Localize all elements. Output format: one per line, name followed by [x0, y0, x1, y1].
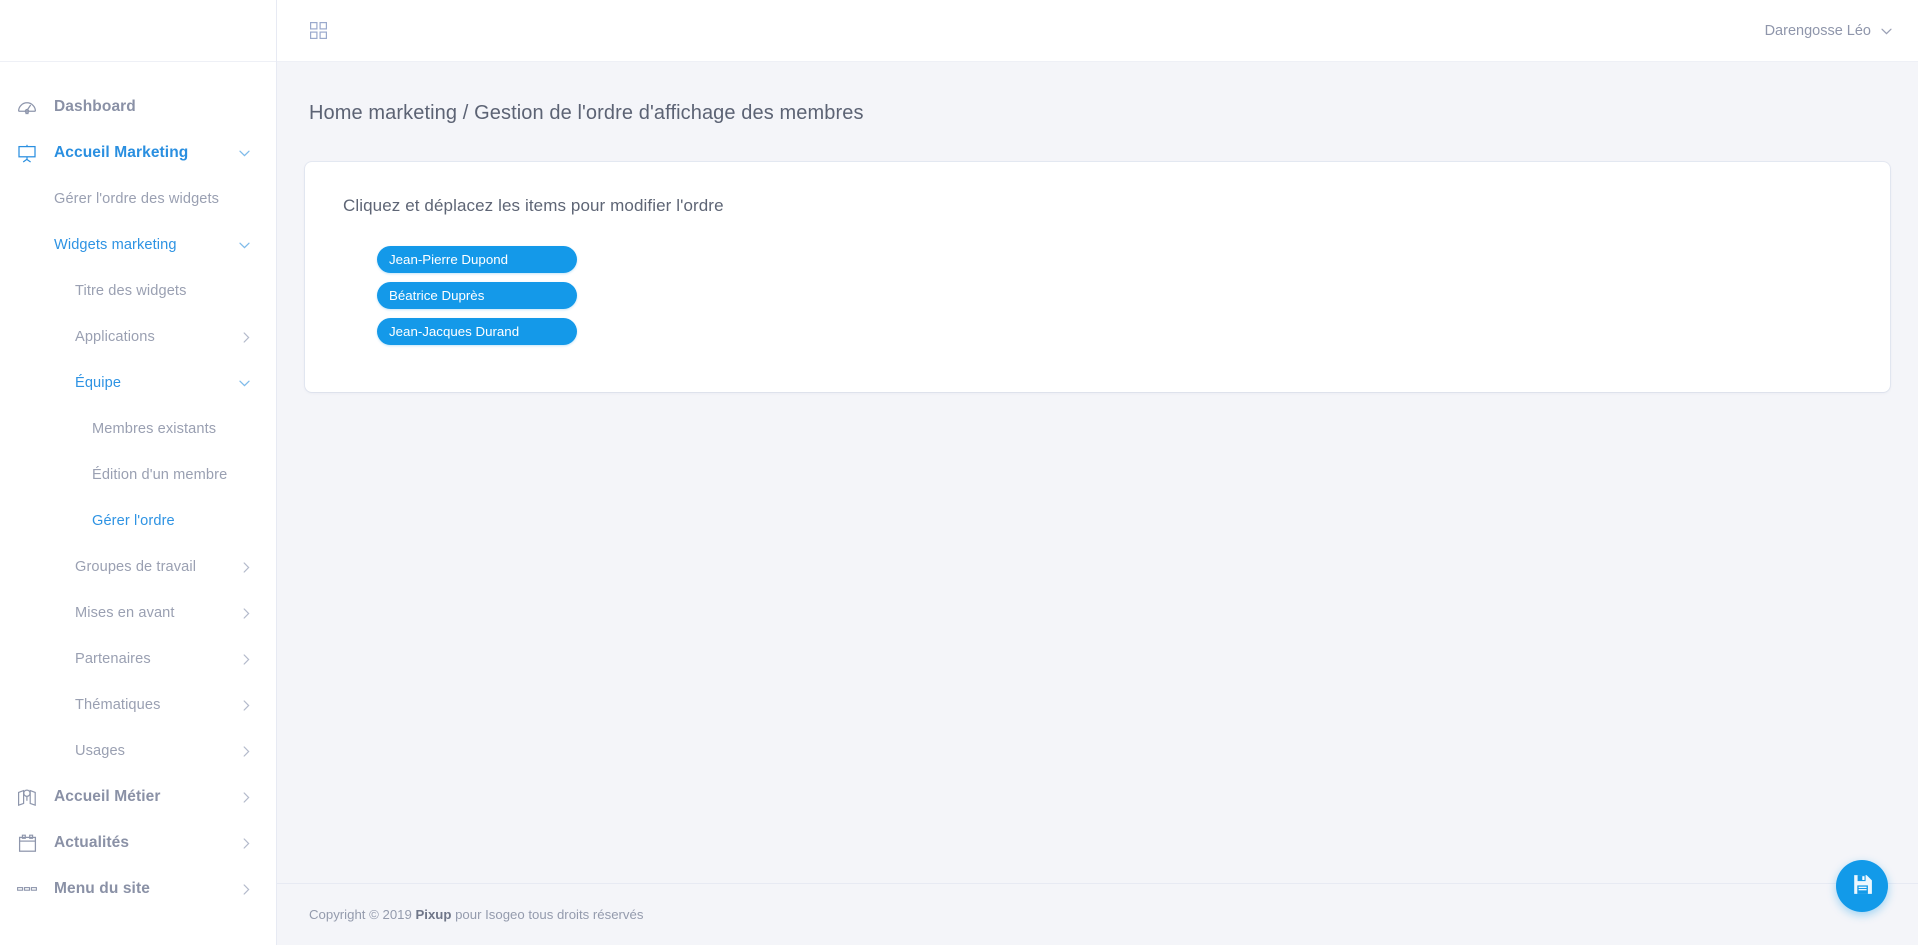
- sidebar-item-groupes-de-travail[interactable]: Groupes de travail: [0, 544, 276, 590]
- sidebar-item-label: Équipe: [75, 375, 122, 391]
- sidebar-item-accueil-m-tier[interactable]: Accueil Métier: [0, 774, 276, 820]
- sidebar-item-label: Accueil Métier: [54, 788, 161, 805]
- sidebar-item-label: Usages: [75, 743, 126, 759]
- sidebar-item-label: Menu du site: [54, 880, 150, 897]
- presentation-icon: [0, 144, 54, 163]
- sortable-member-list[interactable]: Jean-Pierre Dupond Béatrice Duprès Jean-Ja…: [331, 246, 1864, 345]
- save-floppy-icon: [1852, 874, 1873, 898]
- sidebar-item-label: Thématiques: [75, 697, 161, 713]
- sidebar-item-titre-des-widgets[interactable]: Titre des widgets: [0, 268, 276, 314]
- sidebar-item-label: Applications: [75, 329, 155, 345]
- sidebar-item-usages[interactable]: Usages: [0, 728, 276, 774]
- sidebar-item-applications[interactable]: Applications: [0, 314, 276, 360]
- sidebar-item-label: Titre des widgets: [75, 283, 187, 299]
- map-pin-icon: [0, 788, 54, 807]
- chevron-down-icon: [1881, 22, 1892, 40]
- sidebar-item-label: Actualités: [54, 834, 130, 851]
- chevron-right-icon: [243, 653, 250, 665]
- chevron-right-icon: [243, 791, 250, 803]
- sidebar-nav: Dashboard Accueil Marketing Gérer l'ordre…: [0, 62, 276, 912]
- chevron-right-icon: [243, 883, 250, 895]
- sidebar-item-dition-d-un-membre[interactable]: Édition d'un membre: [0, 452, 276, 498]
- chevron-down-icon: [239, 150, 250, 157]
- chevron-right-icon: [243, 837, 250, 849]
- main-area: Darengosse Léo Home marketing / Gestion …: [277, 0, 1918, 945]
- grid-apps-icon[interactable]: [305, 18, 331, 44]
- sidebar-item-accueil-marketing[interactable]: Accueil Marketing: [0, 130, 276, 176]
- card-instruction-text: Cliquez et déplacez les items pour modif…: [343, 196, 724, 215]
- copyright-prefix: Copyright © 2019: [309, 907, 416, 922]
- chevron-right-icon: [243, 699, 250, 711]
- sidebar-item-quipe[interactable]: Équipe: [0, 360, 276, 406]
- copyright-suffix: pour Isogeo tous droits réservés: [451, 907, 644, 922]
- sidebar-item-label: Groupes de travail: [75, 559, 197, 575]
- sidebar-item-label: Gérer l'ordre des widgets: [54, 191, 220, 207]
- sortable-item[interactable]: Béatrice Duprès: [377, 282, 577, 309]
- user-name-label: Darengosse Léo: [1764, 22, 1871, 39]
- sidebar-item-label: Accueil Marketing: [54, 144, 189, 161]
- chevron-right-icon: [243, 561, 250, 573]
- breadcrumb: Home marketing / Gestion de l'ordre d'af…: [309, 102, 864, 124]
- sidebar-item-actualit-s[interactable]: Actualités: [0, 820, 276, 866]
- sidebar-item-membres-existants[interactable]: Membres existants: [0, 406, 276, 452]
- sidebar-item-label: Gérer l'ordre: [92, 513, 175, 529]
- chevron-right-icon: [243, 607, 250, 619]
- order-card: Cliquez et déplacez les items pour modif…: [305, 162, 1890, 392]
- sidebar-item-label: Partenaires: [75, 651, 151, 667]
- content-region: Home marketing / Gestion de l'ordre d'af…: [277, 62, 1918, 883]
- sidebar-item-label: Widgets marketing: [54, 237, 177, 253]
- sidebar-logo-area: [0, 0, 276, 62]
- save-button[interactable]: [1836, 860, 1888, 912]
- sidebar-item-th-matiques[interactable]: Thématiques: [0, 682, 276, 728]
- sidebar-item-dashboard[interactable]: Dashboard: [0, 84, 276, 130]
- sidebar-item-widgets-marketing[interactable]: Widgets marketing: [0, 222, 276, 268]
- gauge-icon: [0, 99, 54, 115]
- sidebar-item-g-rer-l-ordre-des-widgets[interactable]: Gérer l'ordre des widgets: [0, 176, 276, 222]
- copyright-text: Copyright © 2019 Pixup pour Isogeo tous …: [305, 907, 643, 922]
- sidebar-item-label: Édition d'un membre: [92, 467, 228, 483]
- user-menu[interactable]: Darengosse Léo: [1765, 22, 1892, 40]
- brand-name: Pixup: [415, 907, 452, 922]
- chevron-down-icon: [239, 380, 250, 387]
- chevron-right-icon: [243, 745, 250, 757]
- chevron-right-icon: [243, 331, 250, 343]
- sidebar-item-label: Mises en avant: [75, 605, 175, 621]
- chevron-down-icon: [239, 242, 250, 249]
- sidebar-item-mises-en-avant[interactable]: Mises en avant: [0, 590, 276, 636]
- sidebar-item-label: Membres existants: [92, 421, 217, 437]
- sidebar: Dashboard Accueil Marketing Gérer l'ordre…: [0, 0, 277, 945]
- topbar: Darengosse Léo: [277, 0, 1918, 62]
- sidebar-item-g-rer-l-ordre[interactable]: Gérer l'ordre: [0, 498, 276, 544]
- sortable-item[interactable]: Jean-Pierre Dupond: [377, 246, 577, 273]
- sidebar-item-label: Dashboard: [54, 98, 136, 115]
- sidebar-item-partenaires[interactable]: Partenaires: [0, 636, 276, 682]
- footer: Copyright © 2019 Pixup pour Isogeo tous …: [277, 883, 1918, 945]
- sortable-item[interactable]: Jean-Jacques Durand: [377, 318, 577, 345]
- menu-dashes-icon: [0, 885, 54, 893]
- sidebar-item-menu-du-site[interactable]: Menu du site: [0, 866, 276, 912]
- calendar-icon: [0, 834, 54, 853]
